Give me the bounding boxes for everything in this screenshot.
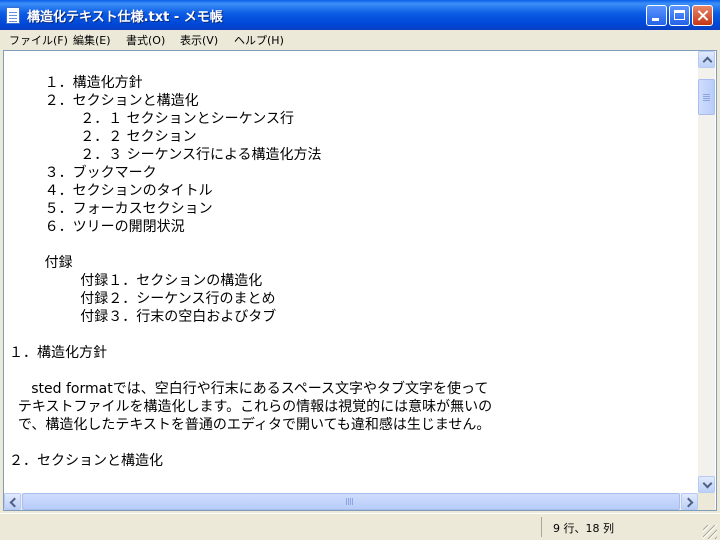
minimize-button[interactable] xyxy=(646,5,667,26)
status-divider xyxy=(541,517,542,537)
scroll-up-button[interactable] xyxy=(698,51,715,68)
notepad-window: 構造化テキスト仕様.txt - メモ帳 ファイル(F) 編集(E) 書式(O) … xyxy=(0,0,720,540)
menu-help[interactable]: ヘルプ(H) xyxy=(234,32,284,48)
text-line: 付録１．セクションの構造化 xyxy=(9,273,263,289)
scroll-down-button[interactable] xyxy=(698,476,715,493)
text-line: 付録２．シーケンス行のまとめ xyxy=(9,291,276,307)
title-bar[interactable]: 構造化テキスト仕様.txt - メモ帳 xyxy=(0,0,720,30)
text-line: ２．３ シーケンス行による構造化方法 xyxy=(9,147,322,163)
horizontal-scroll-thumb[interactable] xyxy=(22,493,680,510)
scroll-right-button[interactable] xyxy=(681,493,698,510)
text-line: ２．セクションと構造化 xyxy=(9,453,163,469)
status-bar: 9 行、18 列 xyxy=(0,513,720,540)
menu-view[interactable]: 表示(V) xyxy=(180,32,218,48)
scroll-left-button[interactable] xyxy=(4,493,21,510)
text-line: ２．２ セクション xyxy=(9,129,197,145)
text-line: ５．フォーカスセクション xyxy=(9,201,213,217)
scrollbar-corner xyxy=(698,493,715,510)
editor-frame: １．構造化方針 ２．セクションと構造化 ２．１ セクションとシーケンス行 ２．２… xyxy=(3,50,717,511)
close-button[interactable] xyxy=(692,5,713,26)
text-line: １．構造化方針 xyxy=(9,75,143,91)
menu-format[interactable]: 書式(O) xyxy=(126,32,165,48)
cursor-position: 9 行、18 列 xyxy=(553,522,614,535)
text-line: ６．ツリーの開閉状況 xyxy=(9,219,185,235)
text-line: １．構造化方針 xyxy=(9,345,107,361)
menu-edit[interactable]: 編集(E) xyxy=(73,32,111,48)
resize-grip[interactable] xyxy=(703,525,717,539)
text-line: で、構造化したテキストを普通のエディタで開いても違和感は生じません。 xyxy=(9,417,491,433)
horizontal-scrollbar[interactable] xyxy=(4,493,698,510)
vertical-scrollbar[interactable] xyxy=(698,51,715,493)
window-title: 構造化テキスト仕様.txt - メモ帳 xyxy=(27,10,223,25)
text-line: ４．セクションのタイトル xyxy=(9,183,213,199)
maximize-button[interactable] xyxy=(669,5,690,26)
text-line: sted formatでは、空白行や行末にあるスペース文字やタブ文字を使って xyxy=(9,381,489,397)
menu-file[interactable]: ファイル(F) xyxy=(9,32,68,48)
text-line: ２．１ セクションとシーケンス行 xyxy=(9,111,294,127)
text-line: ２．セクションと構造化 xyxy=(9,93,199,109)
menu-bar: ファイル(F) 編集(E) 書式(O) 表示(V) ヘルプ(H) xyxy=(0,30,720,50)
text-line: テキストファイルを構造化します。これらの情報は視覚的には意味が無いの xyxy=(9,399,493,415)
notepad-icon[interactable] xyxy=(6,7,20,24)
vertical-scroll-thumb[interactable] xyxy=(698,79,715,115)
text-line: 付録３．行末の空白およびタブ xyxy=(9,309,277,325)
text-line: ３．ブックマーク xyxy=(9,165,157,181)
text-line: 付録 xyxy=(9,255,73,271)
text-editor[interactable]: １．構造化方針 ２．セクションと構造化 ２．１ セクションとシーケンス行 ２．２… xyxy=(5,52,698,494)
